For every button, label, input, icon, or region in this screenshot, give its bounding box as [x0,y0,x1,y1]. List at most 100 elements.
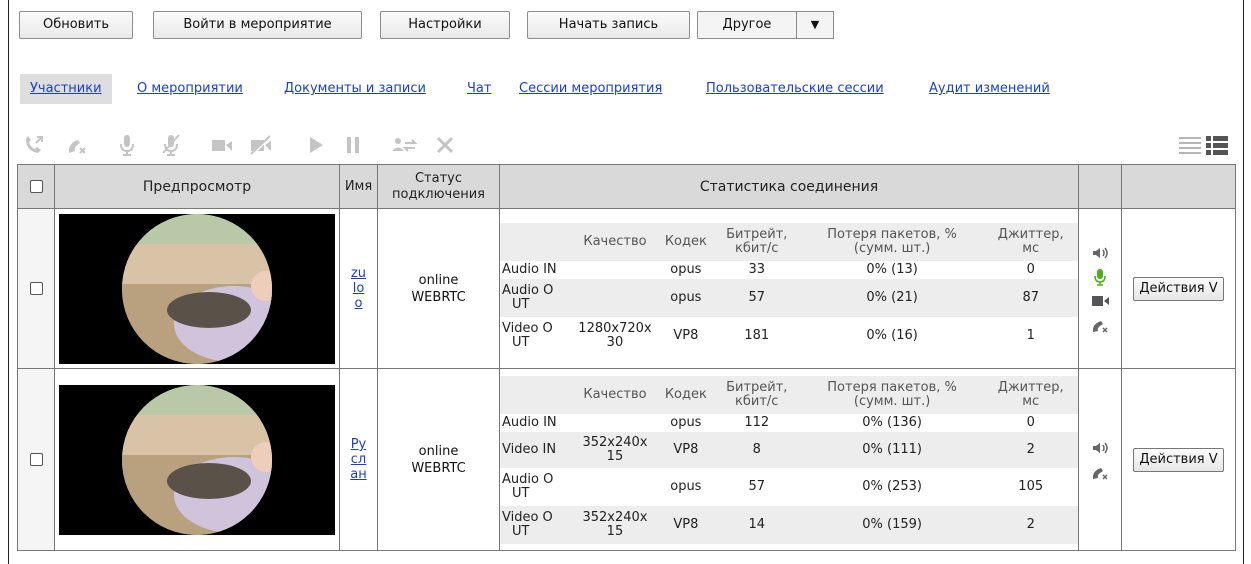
actions-cell: Действия V [1121,368,1236,551]
start-recording-button[interactable]: Начать запись [527,11,690,39]
status-header-line1: Статус [414,170,463,186]
mic-off-icon[interactable] [157,131,185,159]
mic-icon[interactable] [1090,268,1110,286]
preview-header: Предпросмотр [54,164,340,209]
caret-down-icon: ▼ [810,18,820,31]
participant-name-link[interactable]: zu lo o [340,266,377,311]
actions-cell: Действия V [1121,208,1236,369]
video-frame-image [122,384,272,535]
stats-row: Video O UT 1280x720x 30 VP8 181 0% (16) 1 [502,320,1035,350]
mic-icon[interactable] [113,131,141,159]
bitrate-header: Битрейт, кбит/с [712,222,801,261]
play-icon[interactable] [302,131,330,159]
status-icons-cell [1078,208,1122,369]
pause-icon[interactable] [339,131,367,159]
tab-documents[interactable]: Документы и записи [284,74,426,104]
participant-action-bar [0,131,1251,161]
stats-cell: Качество Кодек Битрейт, кбит/с Потеря пак… [499,208,1079,369]
transport-text: WEBRTC [411,460,466,476]
other-dropdown-toggle[interactable]: ▼ [796,11,834,39]
actions-button[interactable]: Действия V [1133,447,1224,472]
stats-header: Статистика соединения [499,164,1079,209]
speaker-icon[interactable] [1090,244,1110,262]
row-checkbox[interactable] [29,453,43,466]
codec-header: Кодек [659,222,713,261]
status-text: online [418,443,459,459]
status-cell: online WEBRTC [377,368,500,551]
transport-text: WEBRTC [411,289,466,305]
name-header: Имя [339,164,378,209]
jitter-header: Джиттер, мс [983,375,1078,414]
participants-table: Предпросмотр Имя Статус подключения Стат… [17,164,1236,551]
row-select-cell[interactable] [17,208,55,369]
tab-about[interactable]: О мероприятии [137,74,243,104]
quality-header: Качество [570,222,659,261]
select-all-cell[interactable] [17,164,55,209]
stats-header-row: Качество Кодек Битрейт, кбит/с Потеря пак… [500,222,1078,261]
other-dropdown-button[interactable]: Другое [697,11,797,39]
stats-row: Video O UT 352x240x 15 VP8 14 0% (159) 2 [500,505,1078,544]
detail-view-icon[interactable] [1203,131,1231,159]
name-line: zu [350,266,367,281]
icons-header [1078,164,1122,209]
stats-row: Audio O UT opus 57 0% (21) 87 [500,278,1078,317]
tab-audit[interactable]: Аудит изменений [929,74,1050,104]
call-icon[interactable] [20,131,48,159]
video-frame-image [122,213,272,364]
stats-cell: Качество Кодек Битрейт, кбит/с Потеря пак… [499,368,1079,551]
name-line: сл [350,452,367,467]
select-all-checkbox[interactable] [29,180,43,193]
camera-icon[interactable] [208,131,236,159]
row-select-cell[interactable] [17,368,55,551]
hangup-icon[interactable] [62,131,90,159]
tab-user-sessions[interactable]: Пользовательские сессии [706,74,884,104]
actions-header [1121,164,1236,209]
loss-header: Потеря пакетов, % (сумм. шт.) [800,222,984,261]
name-line: o [354,296,363,311]
status-header: Статус подключения [377,164,500,209]
stats-table: Качество Кодек Битрейт, кбит/с Потеря пак… [500,222,1078,355]
loss-header: Потеря пакетов, % (сумм. шт.) [800,375,984,414]
name-line: lo [352,281,365,296]
table-row: Ру сл ан online WEBRTC Качество Кодек Би… [17,368,1236,551]
name-line: Ру [350,437,367,452]
quality-header: Качество [570,375,659,414]
table-header-row: Предпросмотр Имя Статус подключения Стат… [17,164,1236,209]
speaker-icon[interactable] [1090,439,1110,457]
camera-off-icon[interactable] [247,131,275,159]
preview-cell [54,368,340,551]
actions-button[interactable]: Действия V [1133,276,1224,301]
list-view-icon[interactable] [1176,131,1204,159]
settings-button[interactable]: Настройки [380,11,510,39]
codec-header: Кодек [659,375,713,414]
preview-cell [54,208,340,369]
bitrate-header: Битрейт, кбит/с [712,375,801,414]
hangup-icon[interactable] [1090,463,1110,481]
tab-chat[interactable]: Чат [467,74,491,104]
remove-icon[interactable] [431,131,459,159]
hangup-icon[interactable] [1090,316,1110,334]
tab-participants[interactable]: Участники [20,74,112,104]
transfer-user-icon[interactable] [390,131,418,159]
stats-header-row: Качество Кодек Битрейт, кбит/с Потеря пак… [500,375,1078,414]
name-cell: zu lo o [339,208,378,369]
stats-row: Audio O UT opus 57 0% (253) 105 [502,471,1044,501]
stats-row: Audio IN opus 33 0% (13) 0 [502,261,1035,277]
join-event-button[interactable]: Войти в мероприятие [153,11,362,39]
status-text: online [418,272,459,288]
stats-row: Video IN 352x240x 15 VP8 8 0% (111) 2 [500,431,1078,468]
jitter-header: Джиттер, мс [983,222,1078,261]
camera-icon[interactable] [1090,292,1110,310]
name-line: ан [350,467,367,482]
name-cell: Ру сл ан [339,368,378,551]
video-preview[interactable] [59,384,335,535]
status-icons-cell [1078,368,1122,551]
video-preview[interactable] [59,213,335,364]
stats-row: Audio IN opus 112 0% (136) 0 [502,414,1035,430]
participant-name-link[interactable]: Ру сл ан [340,437,377,482]
refresh-button[interactable]: Обновить [19,11,133,39]
status-header-line2: подключения [392,186,485,202]
tab-event-sessions[interactable]: Сессии мероприятия [519,74,662,104]
status-cell: online WEBRTC [377,208,500,369]
row-checkbox[interactable] [29,282,43,295]
